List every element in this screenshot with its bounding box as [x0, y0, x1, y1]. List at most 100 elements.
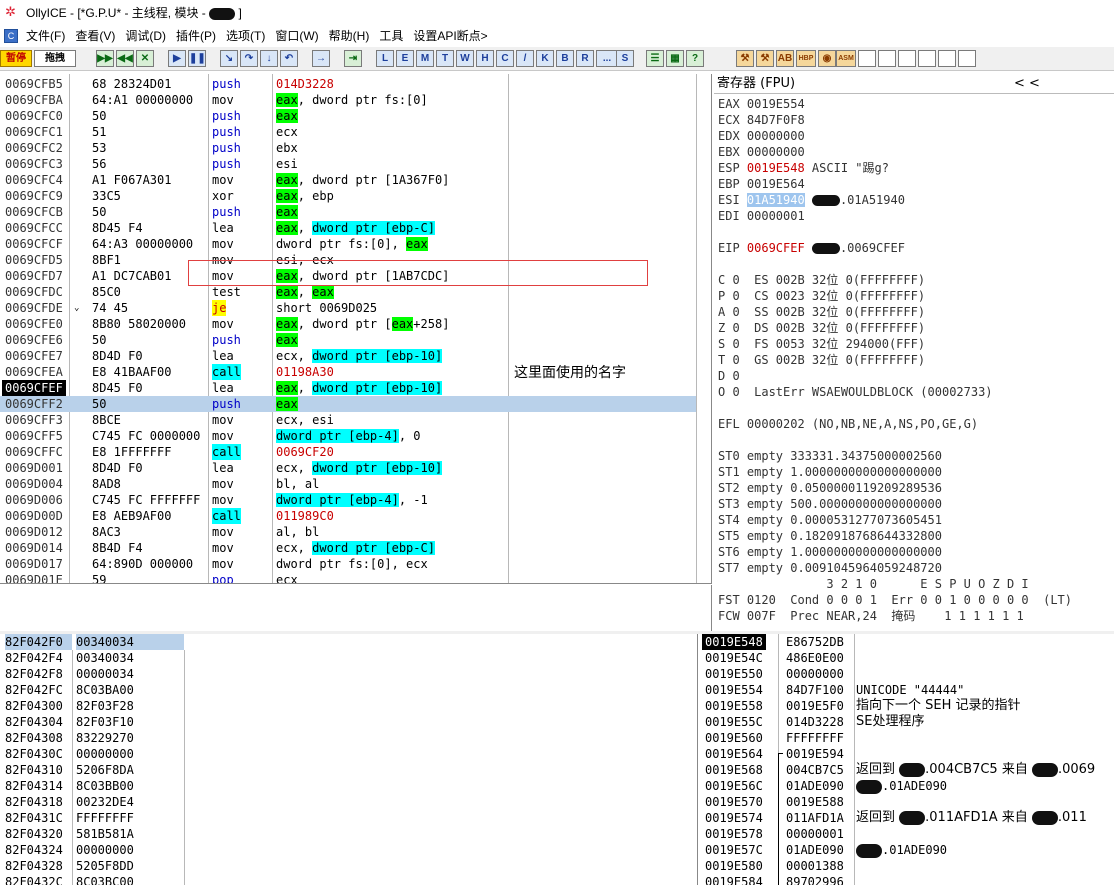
disasm-address[interactable]: 0069D004 [5, 476, 63, 492]
stack-row[interactable]: 0019E564 0019E594 [702, 746, 1114, 762]
disasm-address[interactable]: 0069CFF5 [5, 428, 63, 444]
disasm-address[interactable]: 0069D01E [5, 572, 63, 583]
ab-icon[interactable]: AB [776, 50, 794, 67]
blank-toolbar-button[interactable] [898, 50, 916, 67]
view-button-W[interactable]: W [456, 50, 474, 67]
view-button-K[interactable]: K [536, 50, 554, 67]
disasm-row[interactable]: 0069CFFC E8 1FFFFFFF call 0069CF20 [0, 444, 711, 460]
blank-toolbar-button[interactable] [958, 50, 976, 67]
disasm-row[interactable]: 0069CFF2 50 push eax [0, 396, 696, 412]
stack-row[interactable]: 0019E54C 486E0E00 [702, 650, 1114, 666]
disasm-address[interactable]: 0069CFD5 [5, 252, 63, 268]
blank-toolbar-button[interactable] [938, 50, 956, 67]
disasm-address[interactable]: 0069CFEF [2, 380, 66, 396]
stack-row[interactable]: 0019E55C 014D3228 SE处理程序 [702, 714, 1114, 730]
menu-item[interactable]: 帮助(H) [324, 26, 375, 46]
menu-item[interactable]: 选项(T) [221, 26, 270, 46]
stack-row[interactable]: 0019E558 0019E5F0 指向下一个 SEH 记录的指针 [702, 698, 1114, 714]
stack-row[interactable]: 0019E554 84D7F100 UNICODE "44444" [702, 682, 1114, 698]
disasm-address[interactable]: 0069CFC0 [5, 108, 63, 124]
view-button-E[interactable]: E [396, 50, 414, 67]
plugin-icon[interactable]: ⚒ [736, 50, 754, 67]
disasm-row[interactable]: 0069D00D E8 AEB9AF00 call 011989C0 [0, 508, 711, 524]
view-button-L[interactable]: L [376, 50, 394, 67]
register-pane[interactable]: 寄存器 (FPU) < < EAX 0019E554 ECX 84D7F0F8 ED… [714, 74, 1114, 631]
dump-row[interactable]: 82F04304 82F03F10 [0, 714, 697, 730]
disasm-address[interactable]: 0069CFE6 [5, 332, 63, 348]
disasm-row[interactable]: 0069D012 8AC3 mov al, bl [0, 524, 711, 540]
stack-row[interactable]: 0019E548 E86752DB [702, 634, 1114, 650]
disasm-address[interactable]: 0069D014 [5, 540, 63, 556]
disasm-address[interactable]: 0069CFE0 [5, 316, 63, 332]
view-button-S[interactable]: S [616, 50, 634, 67]
disasm-row[interactable]: 0069CFC0 50 push eax [0, 108, 711, 124]
goto-icon[interactable]: ⇥ [344, 50, 362, 67]
disasm-address[interactable]: 0069CFC3 [5, 156, 63, 172]
view-button-C[interactable]: C [496, 50, 514, 67]
disasm-row[interactable]: 0069D004 8AD8 mov bl, al [0, 476, 711, 492]
disasm-row[interactable]: 0069D006 C745 FC FFFFFFF mov dword ptr [ebp… [0, 492, 711, 508]
disasm-address[interactable]: 0069CFDE [5, 300, 63, 316]
dump-row[interactable]: 82F04314 8C03BB00 [0, 778, 697, 794]
menu-item[interactable]: 插件(P) [171, 26, 221, 46]
step-over-icon[interactable]: ↷ [240, 50, 258, 67]
stack-row[interactable]: 0019E560 FFFFFFFF [702, 730, 1114, 746]
disasm-address[interactable]: 0069CFDC [5, 284, 63, 300]
disasm-address[interactable]: 0069D012 [5, 524, 63, 540]
disasm-row[interactable]: 0069CFC4 A1 F067A301 mov eax, dword ptr [1A… [0, 172, 711, 188]
menu-item[interactable]: 文件(F) [21, 26, 70, 46]
step-into-icon[interactable]: ↘ [220, 50, 238, 67]
rewind-icon[interactable]: ◀◀ [116, 50, 134, 67]
stack-row[interactable]: 0019E584 89702996 [702, 874, 1114, 885]
disasm-row[interactable]: 0069CFEF 8D45 F0 lea eax, dword ptr [ebp-10… [0, 380, 711, 396]
pause-icon[interactable]: ❚❚ [188, 50, 206, 67]
dump-row[interactable]: 82F04300 82F03F28 [0, 698, 697, 714]
run-icon[interactable]: ▶ [168, 50, 186, 67]
disasm-address[interactable]: 0069CFCB [5, 204, 63, 220]
stack-row[interactable]: 0019E56C 01ADE090 .01ADE090 [702, 778, 1114, 794]
disasm-row[interactable]: 0069CFE6 50 push eax [0, 332, 711, 348]
disasm-address[interactable]: 0069D017 [5, 556, 63, 572]
stack-pane[interactable]: 0019E548 E86752DB 0019E54C 486E0E00 0019E550… [702, 634, 1114, 885]
grid-icon[interactable]: ▦ [666, 50, 684, 67]
disasm-row[interactable]: 0069CFCC 8D45 F4 lea eax, dword ptr [ebp-C] [0, 220, 711, 236]
app-menu-icon[interactable]: C [4, 29, 18, 43]
stack-row[interactable]: 0019E570 0019E588 [702, 794, 1114, 810]
dump-row[interactable]: 82F042FC 8C03BA00 [0, 682, 697, 698]
trace-over-icon[interactable]: ↶ [280, 50, 298, 67]
disasm-row[interactable]: 0069CFC1 51 push ecx [0, 124, 711, 140]
step-icon[interactable]: ▶▶ [96, 50, 114, 67]
dump-row[interactable]: 82F04318 00232DE4 [0, 794, 697, 810]
disasm-address[interactable]: 0069CFB5 [5, 76, 63, 92]
stack-row[interactable]: 0019E578 00000001 [702, 826, 1114, 842]
disasm-address[interactable]: 0069CFC1 [5, 124, 63, 140]
disasm-address[interactable]: 0069CFD7 [5, 268, 63, 284]
exec-till-return-icon[interactable]: → [312, 50, 330, 67]
disasm-address[interactable]: 0069CFE7 [5, 348, 63, 364]
disasm-row[interactable]: 0069CFB5 68 28324D01 push 014D3228 [0, 76, 711, 92]
trace-into-icon[interactable]: ↓ [260, 50, 278, 67]
disasm-address[interactable]: 0069CFCC [5, 220, 63, 236]
disasm-row[interactable]: 0069D01E 59 pop ecx [0, 572, 711, 583]
disasm-row[interactable]: 0069CFDE ⌄ 74 45 je short 0069D025 [0, 300, 711, 316]
asm-button[interactable]: ASM [836, 50, 856, 67]
disasm-row[interactable]: 0069CFF5 C745 FC 0000000 mov dword ptr [ebp… [0, 428, 711, 444]
drag-button[interactable]: 拖拽 [34, 50, 76, 67]
disasm-row[interactable]: 0069CFCF 64:A3 00000000 mov dword ptr fs:[0… [0, 236, 711, 252]
blank-toolbar-button[interactable] [918, 50, 936, 67]
disasm-address[interactable]: 0069CFC2 [5, 140, 63, 156]
disasm-row[interactable]: 0069CFBA 64:A1 00000000 mov eax, dword ptr … [0, 92, 711, 108]
stack-row[interactable]: 0019E574 011AFD1A 返回到 .011AFD1A 来自 .011 [702, 810, 1114, 826]
view-button-x[interactable]: / [516, 50, 534, 67]
dump-row[interactable]: 82F042F4 00340034 [0, 650, 697, 666]
dump-row[interactable]: 82F04310 5206F8DA [0, 762, 697, 778]
disassembly-pane[interactable]: 0069CFB5 68 28324D01 push 014D3228 0069CFBA 6… [0, 74, 712, 584]
disasm-address[interactable]: 0069D001 [5, 460, 63, 476]
hbp-button[interactable]: HBP [796, 50, 816, 67]
menu-item[interactable]: 窗口(W) [270, 26, 323, 46]
memory-dump-pane[interactable]: 82F042F0 00340034 82F042F4 00340034 82F042F8… [0, 634, 698, 885]
view-button-M[interactable]: M [416, 50, 434, 67]
disasm-row[interactable]: 0069CFCB 50 push eax [0, 204, 711, 220]
menu-item[interactable]: 查看(V) [70, 26, 120, 46]
view-button-xxx[interactable]: ... [596, 50, 618, 67]
